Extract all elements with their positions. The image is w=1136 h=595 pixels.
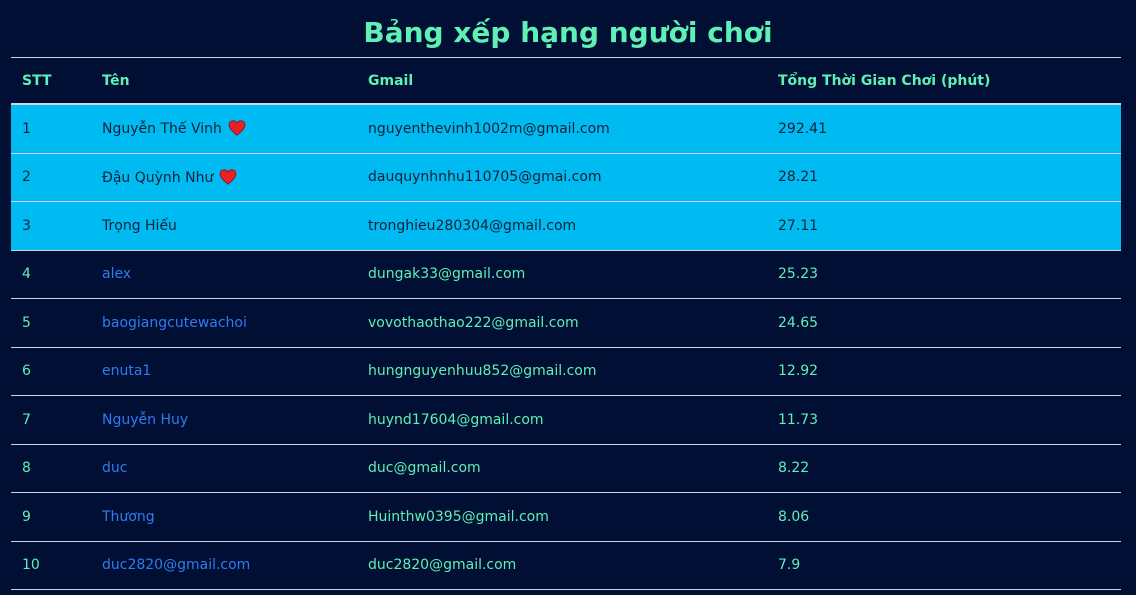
rank-cell: 10: [11, 541, 91, 590]
email-cell: dauquynhnhu110705@gmai.com: [357, 153, 767, 202]
table-row: 2 Đậu Quỳnh Như dauquynhnhu110705@gmai.com…: [11, 153, 1121, 202]
header-email: Gmail: [357, 57, 767, 105]
playtime-cell: 24.65: [767, 298, 1121, 348]
heart-icon: [219, 169, 237, 185]
rank-cell: 3: [11, 201, 91, 251]
name-cell: duc: [91, 444, 357, 493]
player-name: baogiangcutewachoi: [102, 314, 247, 331]
rank-cell: 6: [11, 347, 91, 396]
email-cell: hungnguyenhuu852@gmail.com: [357, 347, 767, 396]
table-row: 1 Nguyễn Thế Vinh nguyenthevinh1002m@gmail…: [11, 104, 1121, 154]
player-name: Trọng Hiếu: [102, 217, 177, 234]
email-cell: dungak33@gmail.com: [357, 250, 767, 299]
player-name: alex: [102, 266, 132, 283]
table-row: 8 duc duc@gmail.com 8.22: [11, 444, 1121, 493]
playtime-cell: 27.11: [767, 201, 1121, 251]
rank-cell: 2: [11, 153, 91, 202]
player-name: Đậu Quỳnh Như: [102, 169, 214, 186]
name-cell: baogiangcutewachoi: [91, 298, 357, 348]
table-row: 7 Nguyễn Huy huynd17604@gmail.com 11.73: [11, 395, 1121, 445]
name-cell: Đậu Quỳnh Như: [91, 153, 357, 202]
table-row: 3 Trọng Hiếu tronghieu280304@gmail.com 27.1…: [11, 201, 1121, 251]
table-body: 1 Nguyễn Thế Vinh nguyenthevinh1002m@gmail…: [11, 104, 1121, 590]
playtime-cell: 25.23: [767, 250, 1121, 299]
page-title: Bảng xếp hạng người chơi: [363, 16, 773, 49]
table-row: 4 alex dungak33@gmail.com 25.23: [11, 250, 1121, 299]
name-cell: Nguyễn Huy: [91, 395, 357, 445]
playtime-cell: 28.21: [767, 153, 1121, 202]
player-name: Thương: [102, 508, 155, 525]
rank-cell: 1: [11, 104, 91, 154]
table-row: 6 enuta1 hungnguyenhuu852@gmail.com 12.92: [11, 347, 1121, 396]
email-cell: duc@gmail.com: [357, 444, 767, 493]
rank-cell: 4: [11, 250, 91, 299]
name-cell: duc2820@gmail.com: [91, 541, 357, 590]
playtime-cell: 12.92: [767, 347, 1121, 396]
name-cell: alex: [91, 250, 357, 299]
email-cell: duc2820@gmail.com: [357, 541, 767, 590]
leaderboard-page: Bảng xếp hạng người chơi STT Tên Gmail T…: [0, 0, 1136, 595]
email-cell: Huinthw0395@gmail.com: [357, 492, 767, 542]
rank-cell: 8: [11, 444, 91, 493]
email-cell: vovothaothao222@gmail.com: [357, 298, 767, 348]
rank-cell: 5: [11, 298, 91, 348]
player-name: Nguyễn Huy: [102, 411, 189, 428]
leaderboard-table: STT Tên Gmail Tổng Thời Gian Chơi (phút)…: [11, 57, 1121, 590]
header-playtime: Tổng Thời Gian Chơi (phút): [767, 57, 1121, 105]
player-name: enuta1: [102, 363, 152, 380]
player-name: duc2820@gmail.com: [102, 557, 251, 574]
heart-icon: [228, 120, 246, 137]
email-cell: nguyenthevinh1002m@gmail.com: [357, 104, 767, 154]
playtime-cell: 8.22: [767, 444, 1121, 493]
table-row: 9 Thương Huinthw0395@gmail.com 8.06: [11, 492, 1121, 542]
playtime-cell: 8.06: [767, 492, 1121, 542]
player-name: Nguyễn Thế Vinh: [102, 121, 222, 138]
rank-cell: 9: [11, 492, 91, 542]
playtime-cell: 11.73: [767, 395, 1121, 445]
header-name: Tên: [91, 57, 357, 105]
name-cell: Trọng Hiếu: [91, 201, 357, 251]
table-header-row: STT Tên Gmail Tổng Thời Gian Chơi (phút): [11, 57, 1121, 105]
name-cell: Thương: [91, 492, 357, 542]
table-row: 10 duc2820@gmail.com duc2820@gmail.com 7.9: [11, 541, 1121, 590]
playtime-cell: 7.9: [767, 541, 1121, 590]
name-cell: Nguyễn Thế Vinh: [91, 104, 357, 154]
name-cell: enuta1: [91, 347, 357, 396]
rank-cell: 7: [11, 395, 91, 445]
header-rank: STT: [11, 57, 91, 105]
email-cell: huynd17604@gmail.com: [357, 395, 767, 445]
playtime-cell: 292.41: [767, 104, 1121, 154]
table-row: 5 baogiangcutewachoi vovothaothao222@gmail…: [11, 298, 1121, 348]
player-name: duc: [102, 460, 128, 477]
email-cell: tronghieu280304@gmail.com: [357, 201, 767, 251]
